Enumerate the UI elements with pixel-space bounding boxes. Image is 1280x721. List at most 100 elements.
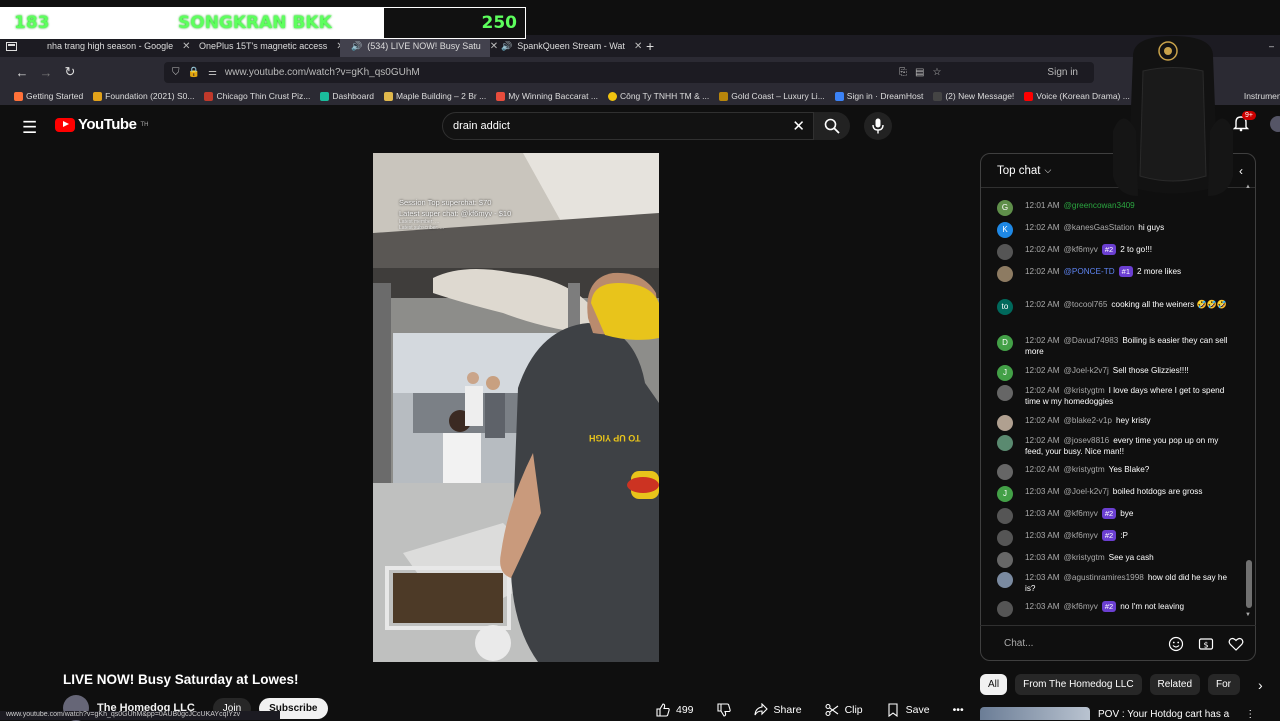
chat-message[interactable]: 12:03 AM @kf6myv #2 no I'm not leaving bbox=[997, 601, 1233, 617]
search-button[interactable] bbox=[814, 112, 850, 140]
chat-author-name[interactable]: @greencowan3409 bbox=[1064, 201, 1135, 210]
chat-author-name[interactable]: @tocool765 bbox=[1064, 300, 1108, 309]
bookmark-item[interactable]: Chicago Thin Crust Piz... bbox=[204, 91, 310, 101]
chat-message[interactable]: to 12:02 AM @tocool765 cooking all the wein… bbox=[997, 299, 1233, 315]
new-tab-button[interactable]: + bbox=[640, 35, 660, 57]
chat-author-avatar[interactable] bbox=[997, 572, 1013, 588]
forward-button[interactable]: → bbox=[34, 65, 58, 80]
back-button[interactable]: ← bbox=[10, 65, 34, 80]
menu-icon[interactable]: ☰ bbox=[22, 118, 37, 138]
chat-message[interactable]: 12:03 AM @kf6myv #2 bye bbox=[997, 508, 1233, 524]
chat-author-avatar[interactable] bbox=[997, 552, 1013, 568]
chat-author-avatar[interactable]: D bbox=[997, 335, 1013, 351]
super-chat-icon[interactable]: $ bbox=[1198, 636, 1214, 652]
emoji-icon[interactable] bbox=[1168, 636, 1184, 652]
chat-author-name[interactable]: @kristygtm bbox=[1064, 553, 1105, 562]
window-minimize-button[interactable]: – bbox=[1263, 35, 1280, 57]
chat-author-avatar[interactable] bbox=[997, 464, 1013, 480]
chat-author-name[interactable]: @kristygtm bbox=[1064, 386, 1105, 395]
chat-message[interactable]: 12:02 AM @PONCE-TD #1 2 more likes bbox=[997, 266, 1233, 282]
video-player[interactable]: Session Top superchat: $70 Latest super … bbox=[373, 153, 659, 662]
chat-scrollbar[interactable]: ▲ ▼ bbox=[1244, 184, 1254, 620]
chat-message[interactable]: 12:03 AM @kf6myv #2:P bbox=[997, 530, 1233, 546]
save-button[interactable]: Save bbox=[878, 699, 938, 721]
chat-scrollbar-thumb[interactable] bbox=[1246, 560, 1252, 608]
chat-author-name[interactable]: @agustinramires1998 bbox=[1064, 573, 1144, 582]
bookmark-item[interactable]: Công Ty TNHH TM & ... bbox=[607, 91, 709, 101]
voice-search-button[interactable] bbox=[864, 112, 892, 140]
audio-playing-icon[interactable]: 🔊 bbox=[501, 41, 512, 52]
chip-all[interactable]: All bbox=[980, 674, 1008, 695]
clip-button[interactable]: Clip bbox=[817, 699, 871, 721]
bookmark-star-icon[interactable]: ☆ bbox=[932, 67, 941, 78]
dislike-button[interactable] bbox=[709, 699, 739, 721]
chat-author-avatar[interactable]: J bbox=[997, 365, 1013, 381]
reload-button[interactable]: ↻ bbox=[58, 64, 82, 80]
url-text[interactable]: www.youtube.com/watch?v=gKh_qs0GUhM bbox=[225, 67, 420, 78]
chat-message[interactable]: J 12:03 AM @Joel-k2v7j boiled hotdogs are g… bbox=[997, 486, 1233, 502]
chat-author-name[interactable]: @josev8816 bbox=[1064, 436, 1110, 445]
permissions-icon[interactable]: ⚌ bbox=[208, 67, 217, 78]
bookmark-item[interactable]: Getting Started bbox=[14, 91, 83, 101]
search-input[interactable]: drain addict ✕ bbox=[442, 112, 814, 140]
bookmark-item[interactable]: Sign in · DreamHost bbox=[834, 91, 923, 101]
chat-message[interactable]: 12:02 AM @kristygtm I love days where I ge… bbox=[997, 385, 1233, 407]
chat-message[interactable]: J 12:02 AM @Joel-k2v7j Sell those Glizzies!… bbox=[997, 365, 1233, 381]
chat-message[interactable]: 12:03 AM @kristygtm See ya cash bbox=[997, 552, 1233, 568]
chevron-down-icon[interactable]: ⌵ bbox=[1044, 165, 1051, 176]
scroll-down-icon[interactable]: ▼ bbox=[1245, 612, 1251, 618]
chat-message[interactable]: D 12:02 AM @Davud74983 Boiling is easier th… bbox=[997, 335, 1233, 357]
chat-author-avatar[interactable] bbox=[997, 530, 1013, 546]
chat-author-name[interactable]: @PONCE-TD bbox=[1064, 267, 1115, 276]
chip-from-channel[interactable]: From The Homedog LLC bbox=[1015, 674, 1142, 695]
share-button[interactable]: Share bbox=[746, 699, 810, 721]
chat-message[interactable]: 12:02 AM @josev8816 every time you pop up … bbox=[997, 435, 1233, 457]
chat-author-avatar[interactable] bbox=[997, 508, 1013, 524]
chip-related[interactable]: Related bbox=[1149, 674, 1201, 695]
chat-author-avatar[interactable] bbox=[997, 601, 1013, 617]
chat-author-name[interactable]: @kristygtm bbox=[1064, 465, 1105, 474]
clear-search-icon[interactable]: ✕ bbox=[792, 117, 805, 135]
collapse-chat-icon[interactable]: ‹ bbox=[1239, 164, 1243, 178]
scroll-up-icon[interactable]: ▲ bbox=[1245, 184, 1251, 190]
recommended-thumbnail[interactable] bbox=[980, 707, 1090, 720]
account-avatar[interactable] bbox=[1270, 116, 1280, 132]
chat-author-avatar[interactable]: K bbox=[997, 222, 1013, 238]
chat-author-avatar[interactable] bbox=[997, 266, 1013, 282]
chat-author-name[interactable]: @Joel-k2v7j bbox=[1064, 487, 1109, 496]
chat-message[interactable]: 12:02 AM @kf6myv #2 2 to go!!! bbox=[997, 244, 1233, 260]
chevron-right-icon[interactable]: › bbox=[1258, 677, 1263, 693]
chat-message[interactable]: 12:03 AM @agustinramires1998 how old did h… bbox=[997, 572, 1233, 594]
chat-author-name[interactable]: @Davud74983 bbox=[1064, 336, 1119, 345]
bookmark-item[interactable]: My Winning Baccarat ... bbox=[496, 91, 598, 101]
chat-author-name[interactable]: @Joel-k2v7j bbox=[1064, 366, 1109, 375]
recommended-video[interactable]: POV : Your Hotdog cart has a ⋮ bbox=[980, 707, 1280, 720]
youtube-logo[interactable]: YouTube TH bbox=[55, 116, 148, 133]
chat-author-name[interactable]: @kanesGasStation bbox=[1064, 223, 1135, 232]
chat-message[interactable]: 12:02 AM @kristygtm Yes Blake? bbox=[997, 464, 1233, 480]
recommended-title[interactable]: POV : Your Hotdog cart has a bbox=[1098, 707, 1229, 720]
bookmark-item[interactable]: (2) New Message! bbox=[933, 91, 1014, 101]
chat-message[interactable]: G 12:01 AM @greencowan3409 bbox=[997, 200, 1233, 216]
lock-icon[interactable]: 🔒 bbox=[188, 67, 200, 78]
address-bar[interactable]: ⛉ 🔒 ⚌ www.youtube.com/watch?v=gKh_qs0GUh… bbox=[164, 62, 1094, 83]
chat-author-name[interactable]: @kf6myv bbox=[1064, 245, 1098, 254]
chat-author-name[interactable]: @kf6myv bbox=[1064, 602, 1098, 611]
chat-author-name[interactable]: @kf6myv bbox=[1064, 531, 1098, 540]
chat-author-avatar[interactable]: G bbox=[997, 200, 1013, 216]
reader-view-icon[interactable]: ▤ bbox=[915, 67, 924, 78]
chat-author-avatar[interactable] bbox=[997, 385, 1013, 401]
bookmark-item[interactable]: Instruments T bbox=[1244, 91, 1280, 101]
shield-icon[interactable]: ⛉ bbox=[172, 67, 180, 78]
audio-playing-icon[interactable]: 🔊 bbox=[351, 41, 362, 52]
sign-in-link[interactable]: Sign in bbox=[1047, 67, 1078, 78]
chat-author-avatar[interactable]: to bbox=[997, 299, 1013, 315]
chip-for-you[interactable]: For bbox=[1208, 674, 1241, 695]
bookmark-item[interactable]: Dashboard bbox=[320, 91, 374, 101]
chat-message[interactable]: 12:02 AM @blake2-v1p hey kristy bbox=[997, 415, 1233, 431]
chat-author-name[interactable]: @kf6myv bbox=[1064, 509, 1098, 518]
more-actions-button[interactable]: ••• bbox=[945, 700, 972, 720]
bookmark-item[interactable]: Maple Building – 2 Br ... bbox=[383, 91, 486, 101]
heart-icon[interactable] bbox=[1228, 636, 1244, 652]
chat-message[interactable]: K 12:02 AM @kanesGasStation hi guys bbox=[997, 222, 1233, 238]
